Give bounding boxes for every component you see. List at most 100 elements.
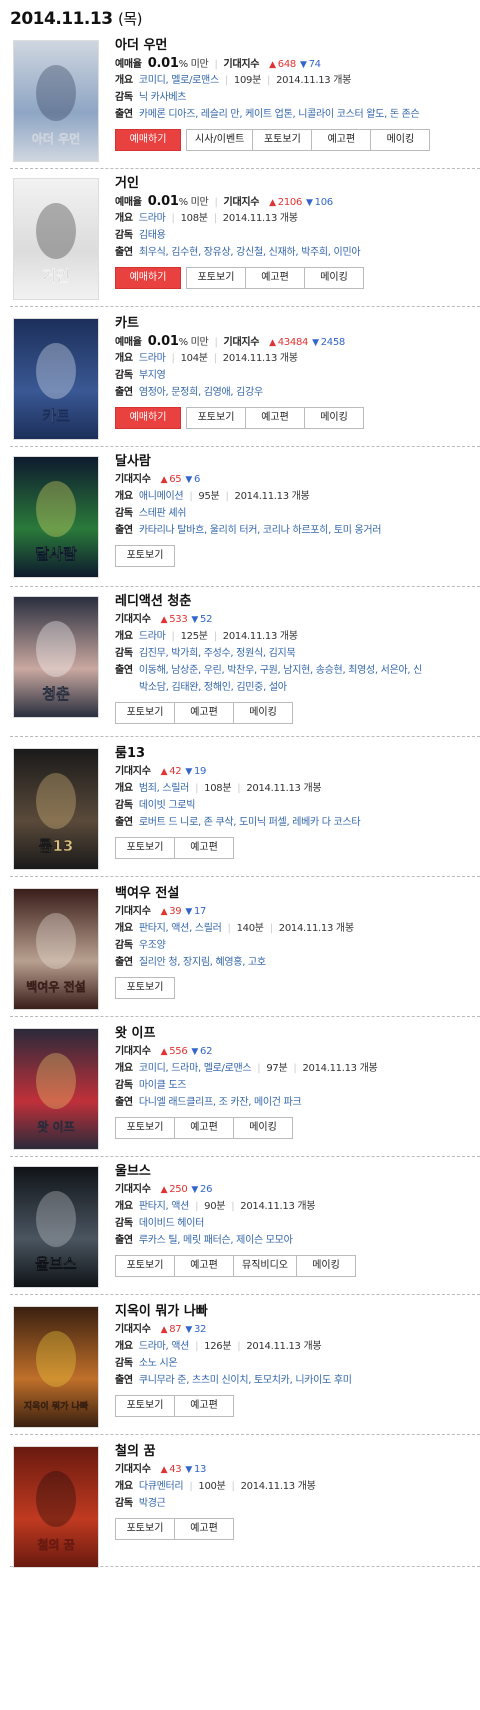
making-button[interactable]: 메이킹: [296, 1255, 356, 1277]
movie-poster[interactable]: 룸13: [13, 748, 99, 870]
cast-link[interactable]: 카타리나 탈바흐, 울리히 터커, 코리나 하르포히, 토미 옹거러: [139, 525, 382, 536]
thumbs-up-icon[interactable]: ▲: [269, 338, 276, 348]
cast-link[interactable]: 다니엘 래드클리프, 조 카잔, 메이건 파크: [139, 1097, 302, 1108]
genre-link[interactable]: 판타지, 액션: [139, 1201, 190, 1212]
photos-button[interactable]: 포토보기: [115, 837, 175, 859]
trailer-button[interactable]: 예고편: [245, 267, 305, 289]
trailer-button[interactable]: 예고편: [174, 1255, 234, 1277]
photos-button[interactable]: 포토보기: [115, 1255, 175, 1277]
music-video-button[interactable]: 뮤직비디오: [233, 1255, 297, 1277]
making-button[interactable]: 메이킹: [304, 407, 364, 429]
movie-poster[interactable]: 백여우 전설: [13, 888, 99, 1010]
director-link[interactable]: 닉 카사베츠: [139, 92, 187, 103]
thumbs-down-icon[interactable]: ▼: [185, 1465, 192, 1475]
making-button[interactable]: 메이킹: [304, 267, 364, 289]
photos-button[interactable]: 포토보기: [115, 1117, 175, 1139]
cast-link[interactable]: 박소담, 김태완, 정해인, 김민중, 설아: [139, 682, 287, 693]
trailer-button[interactable]: 예고편: [245, 407, 305, 429]
thumbs-up-icon[interactable]: ▲: [161, 1325, 168, 1335]
trailer-button[interactable]: 예고편: [174, 1395, 234, 1417]
making-button[interactable]: 메이킹: [233, 1117, 293, 1139]
genre-link[interactable]: 드라마, 액션: [139, 1341, 190, 1352]
movie-poster[interactable]: 아더 우먼: [13, 40, 99, 162]
genre-link[interactable]: 판타지, 액션, 스릴러: [139, 923, 222, 934]
movie-poster[interactable]: 청춘: [13, 596, 99, 718]
thumbs-down-icon[interactable]: ▼: [185, 475, 192, 485]
movie-title[interactable]: 거인: [115, 175, 480, 193]
movie-title[interactable]: 울브스: [115, 1163, 480, 1181]
movie-title[interactable]: 룸13: [115, 745, 480, 763]
director-link[interactable]: 데이비드 헤이터: [139, 1218, 204, 1229]
thumbs-up-icon[interactable]: ▲: [269, 60, 276, 70]
cast-link[interactable]: 루카스 틸, 메릿 패터슨, 제이슨 모모아: [139, 1235, 293, 1246]
cast-link[interactable]: 로버트 드 니로, 존 쿠삭, 도미닉 퍼셀, 레베카 다 코스타: [139, 817, 361, 828]
photos-button[interactable]: 포토보기: [115, 1518, 175, 1540]
thumbs-down-icon[interactable]: ▼: [185, 907, 192, 917]
movie-title[interactable]: 레디액션 청춘: [115, 593, 480, 611]
thumbs-down-icon[interactable]: ▼: [185, 1325, 192, 1335]
trailer-button[interactable]: 예고편: [174, 837, 234, 859]
thumbs-up-icon[interactable]: ▲: [161, 907, 168, 917]
director-link[interactable]: 부지영: [139, 370, 166, 381]
thumbs-up-icon[interactable]: ▲: [161, 1047, 168, 1057]
thumbs-down-icon[interactable]: ▼: [191, 1047, 198, 1057]
cast-link[interactable]: 카메론 디아즈, 레슬리 만, 케이트 업톤, 니콜라이 코스터 왈도, 돈 존…: [139, 109, 420, 120]
thumbs-down-icon[interactable]: ▼: [312, 338, 319, 348]
director-link[interactable]: 데이빗 그로빅: [139, 800, 196, 811]
movie-title[interactable]: 백여우 전설: [115, 885, 480, 903]
photos-button[interactable]: 포토보기: [186, 267, 246, 289]
director-link[interactable]: 우조양: [139, 940, 166, 951]
genre-link[interactable]: 코미디, 멜로/로맨스: [139, 75, 219, 86]
director-link[interactable]: 스테판 셰쉬: [139, 508, 187, 519]
movie-poster[interactable]: 거인: [13, 178, 99, 300]
thumbs-up-icon[interactable]: ▲: [161, 767, 168, 777]
making-button[interactable]: 메이킹: [233, 702, 293, 724]
director-link[interactable]: 소노 시온: [139, 1358, 178, 1369]
thumbs-down-icon[interactable]: ▼: [191, 1185, 198, 1195]
movie-title[interactable]: 왓 이프: [115, 1025, 480, 1043]
movie-poster[interactable]: 울브스: [13, 1166, 99, 1288]
trailer-button[interactable]: 예고편: [174, 1518, 234, 1540]
genre-link[interactable]: 드라마: [139, 631, 166, 642]
preview-event-button[interactable]: 시사/이벤트: [186, 129, 254, 151]
movie-title[interactable]: 아더 우먼: [115, 37, 480, 55]
thumbs-up-icon[interactable]: ▲: [161, 615, 168, 625]
photos-button[interactable]: 포토보기: [115, 545, 175, 567]
genre-link[interactable]: 드라마: [139, 213, 166, 224]
reserve-button[interactable]: 예매하기: [115, 407, 181, 429]
cast-link[interactable]: 최우식, 김수현, 장유상, 강신철, 신재하, 박주희, 이민아: [139, 247, 361, 258]
cast-link[interactable]: 쿠니무라 준, 츠츠미 신이치, 토모치카, 니카이도 후미: [139, 1375, 352, 1386]
movie-title[interactable]: 카트: [115, 315, 480, 333]
thumbs-down-icon[interactable]: ▼: [185, 767, 192, 777]
genre-link[interactable]: 애니메이션: [139, 491, 184, 502]
trailer-button[interactable]: 예고편: [311, 129, 372, 151]
thumbs-up-icon[interactable]: ▲: [161, 475, 168, 485]
cast-link[interactable]: 질리안 청, 장지림, 혜영홍, 고호: [139, 957, 266, 968]
trailer-button[interactable]: 예고편: [174, 1117, 234, 1139]
photos-button[interactable]: 포토보기: [115, 702, 175, 724]
thumbs-down-icon[interactable]: ▼: [300, 60, 307, 70]
director-link[interactable]: 박경근: [139, 1498, 166, 1509]
thumbs-down-icon[interactable]: ▼: [306, 198, 313, 208]
photos-button[interactable]: 포토보기: [186, 407, 246, 429]
trailer-button[interactable]: 예고편: [174, 702, 234, 724]
photos-button[interactable]: 포토보기: [252, 129, 313, 151]
movie-poster[interactable]: 왓 이프: [13, 1028, 99, 1150]
thumbs-up-icon[interactable]: ▲: [161, 1185, 168, 1195]
reserve-button[interactable]: 예매하기: [115, 267, 181, 289]
director-link[interactable]: 김태용: [139, 230, 166, 241]
director-link[interactable]: 마이클 도즈: [139, 1080, 187, 1091]
cast-link[interactable]: 염정아, 문정희, 김영애, 김강우: [139, 387, 263, 398]
genre-link[interactable]: 다큐멘터리: [139, 1481, 184, 1492]
movie-title[interactable]: 지옥이 뭐가 나빠: [115, 1303, 480, 1321]
making-button[interactable]: 메이킹: [370, 129, 431, 151]
photos-button[interactable]: 포토보기: [115, 1395, 175, 1417]
thumbs-up-icon[interactable]: ▲: [161, 1465, 168, 1475]
movie-poster[interactable]: 카트: [13, 318, 99, 440]
cast-link[interactable]: 이동해, 남상준, 우린, 박찬우, 구원, 남지현, 송승현, 최영성, 서은…: [139, 665, 423, 676]
genre-link[interactable]: 범죄, 스릴러: [139, 783, 190, 794]
movie-poster[interactable]: 철의 꿈: [13, 1446, 99, 1568]
reserve-button[interactable]: 예매하기: [115, 129, 181, 151]
photos-button[interactable]: 포토보기: [115, 977, 175, 999]
movie-poster[interactable]: 달사람: [13, 456, 99, 578]
